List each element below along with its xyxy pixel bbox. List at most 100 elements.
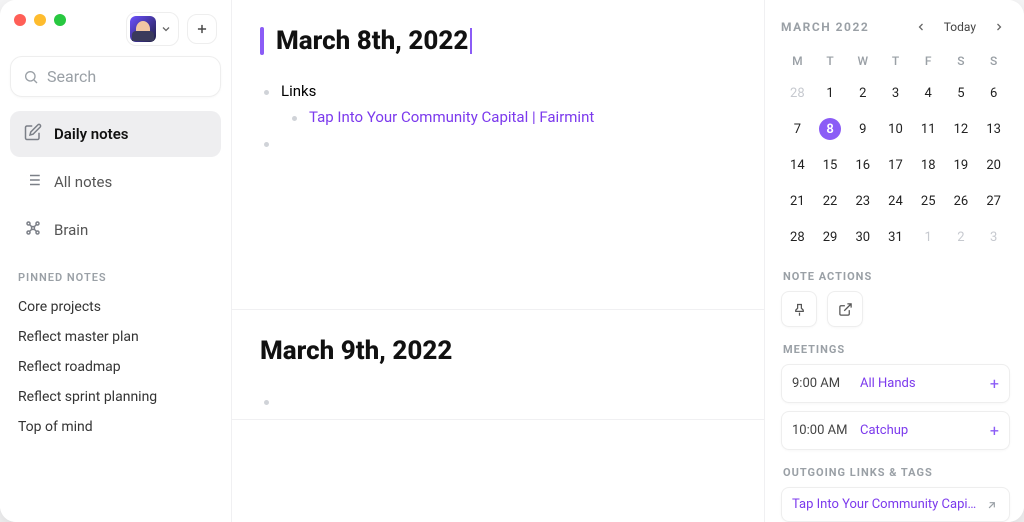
calendar-day[interactable]: 21: [781, 184, 814, 218]
calendar-day[interactable]: 28: [781, 76, 814, 110]
calendar-day[interactable]: 30: [846, 220, 879, 254]
calendar-dow: F: [912, 48, 945, 74]
calendar-day[interactable]: 2: [945, 220, 978, 254]
meeting-item[interactable]: 10:00 AMCatchup+: [781, 411, 1010, 450]
calendar-day[interactable]: 2: [846, 76, 879, 110]
window-close[interactable]: [14, 14, 26, 26]
calendar-nav: Today: [910, 16, 1010, 38]
main-content: March 8th, 2022 Links Tap Into Your Commun…: [232, 0, 764, 522]
calendar-dow: S: [945, 48, 978, 74]
bullet-text: Links: [281, 82, 316, 100]
right-panel: MARCH 2022 Today MTWTFSS2812345678910111…: [764, 0, 1024, 522]
note-body[interactable]: [260, 388, 736, 409]
bullet-item[interactable]: [264, 388, 736, 409]
note-title-text: March 9th, 2022: [260, 336, 452, 366]
open-external-button[interactable]: [827, 291, 863, 327]
calendar-day[interactable]: 19: [945, 148, 978, 182]
calendar-day[interactable]: 25: [912, 184, 945, 218]
chevron-right-icon: [993, 21, 1005, 33]
calendar-dow: T: [814, 48, 847, 74]
nav-item-daily-notes[interactable]: Daily notes: [10, 111, 221, 157]
bullet-dot-icon: [292, 116, 297, 121]
outgoing-link-item[interactable]: Tap Into Your Community Capital...: [781, 487, 1010, 522]
window-minimize[interactable]: [34, 14, 46, 26]
calendar-day[interactable]: 3: [977, 220, 1010, 254]
calendar-month-label: MARCH 2022: [781, 20, 869, 34]
calendar-day[interactable]: 26: [945, 184, 978, 218]
note-title[interactable]: March 9th, 2022: [260, 336, 736, 366]
calendar-day[interactable]: 1: [912, 220, 945, 254]
bullet-item[interactable]: Links: [264, 78, 736, 104]
bullet-item[interactable]: Tap Into Your Community Capital | Fairmi…: [264, 104, 736, 130]
note-title[interactable]: March 8th, 2022: [260, 26, 736, 56]
avatar: [130, 16, 156, 42]
add-meeting-note-button[interactable]: +: [990, 374, 999, 393]
note-link[interactable]: Tap Into Your Community Capital | Fairmi…: [309, 108, 594, 126]
calendar-day[interactable]: 15: [814, 148, 847, 182]
calendar-day[interactable]: 29: [814, 220, 847, 254]
search-input[interactable]: Search: [10, 56, 221, 97]
sidebar: Search Daily notes All notesBrain PINNED …: [0, 0, 232, 522]
primary-nav: Daily notes All notesBrain: [10, 111, 221, 253]
note-actions-heading: NOTE ACTIONS: [783, 270, 1010, 283]
meetings-heading: MEETINGS: [783, 343, 1010, 356]
pinned-notes-heading: PINNED NOTES: [18, 271, 213, 284]
calendar-day[interactable]: 1: [814, 76, 847, 110]
bullet-item[interactable]: [264, 130, 736, 151]
nav-item-label: Daily notes: [54, 125, 129, 143]
outgoing-links-list: Tap Into Your Community Capital...: [781, 487, 1010, 522]
calendar-day[interactable]: 20: [977, 148, 1010, 182]
calendar-prev-button[interactable]: [910, 16, 932, 38]
search-placeholder: Search: [47, 67, 96, 86]
calendar-grid: MTWTFSS281234567891011121314151617181920…: [781, 48, 1010, 254]
calendar-day[interactable]: 6: [977, 76, 1010, 110]
arrow-out-icon: [985, 498, 999, 512]
nav-item-brain[interactable]: Brain: [10, 207, 221, 253]
calendar-day[interactable]: 23: [846, 184, 879, 218]
brain-icon: [24, 219, 42, 241]
pinned-item[interactable]: Reflect roadmap: [10, 352, 221, 382]
window-controls: [14, 14, 66, 26]
calendar-day[interactable]: 16: [846, 148, 879, 182]
calendar-day[interactable]: 5: [945, 76, 978, 110]
calendar-day[interactable]: 3: [879, 76, 912, 110]
pin-note-button[interactable]: [781, 291, 817, 327]
calendar-day[interactable]: 14: [781, 148, 814, 182]
meeting-title: All Hands: [860, 376, 980, 391]
chevron-left-icon: [915, 21, 927, 33]
active-indicator: [260, 27, 264, 55]
add-meeting-note-button[interactable]: +: [990, 421, 999, 440]
calendar-day[interactable]: 8: [814, 112, 847, 146]
calendar-day[interactable]: 7: [781, 112, 814, 146]
calendar-day[interactable]: 10: [879, 112, 912, 146]
calendar-day[interactable]: 9: [846, 112, 879, 146]
calendar-today-button[interactable]: Today: [936, 16, 984, 38]
meeting-item[interactable]: 9:00 AMAll Hands+: [781, 364, 1010, 403]
calendar-header: MARCH 2022 Today: [781, 16, 1010, 38]
meetings-list: 9:00 AMAll Hands+10:00 AMCatchup+: [781, 364, 1010, 450]
pinned-item[interactable]: Core projects: [10, 292, 221, 322]
calendar-dow: W: [846, 48, 879, 74]
calendar-day[interactable]: 28: [781, 220, 814, 254]
calendar-dow: S: [977, 48, 1010, 74]
window-maximize[interactable]: [54, 14, 66, 26]
bullet-dot-icon: [264, 142, 269, 147]
account-switcher[interactable]: [126, 12, 179, 46]
calendar-day[interactable]: 27: [977, 184, 1010, 218]
nav-item-all-notes[interactable]: All notes: [10, 159, 221, 205]
calendar-day[interactable]: 12: [945, 112, 978, 146]
pinned-item[interactable]: Reflect master plan: [10, 322, 221, 352]
calendar-day[interactable]: 22: [814, 184, 847, 218]
calendar-day[interactable]: 18: [912, 148, 945, 182]
calendar-day[interactable]: 17: [879, 148, 912, 182]
new-note-button[interactable]: [187, 14, 217, 44]
calendar-day[interactable]: 24: [879, 184, 912, 218]
pinned-item[interactable]: Top of mind: [10, 412, 221, 442]
calendar-day[interactable]: 13: [977, 112, 1010, 146]
calendar-next-button[interactable]: [988, 16, 1010, 38]
note-body[interactable]: Links Tap Into Your Community Capital | F…: [260, 78, 736, 151]
calendar-day[interactable]: 4: [912, 76, 945, 110]
calendar-day[interactable]: 11: [912, 112, 945, 146]
calendar-day[interactable]: 31: [879, 220, 912, 254]
pinned-item[interactable]: Reflect sprint planning: [10, 382, 221, 412]
